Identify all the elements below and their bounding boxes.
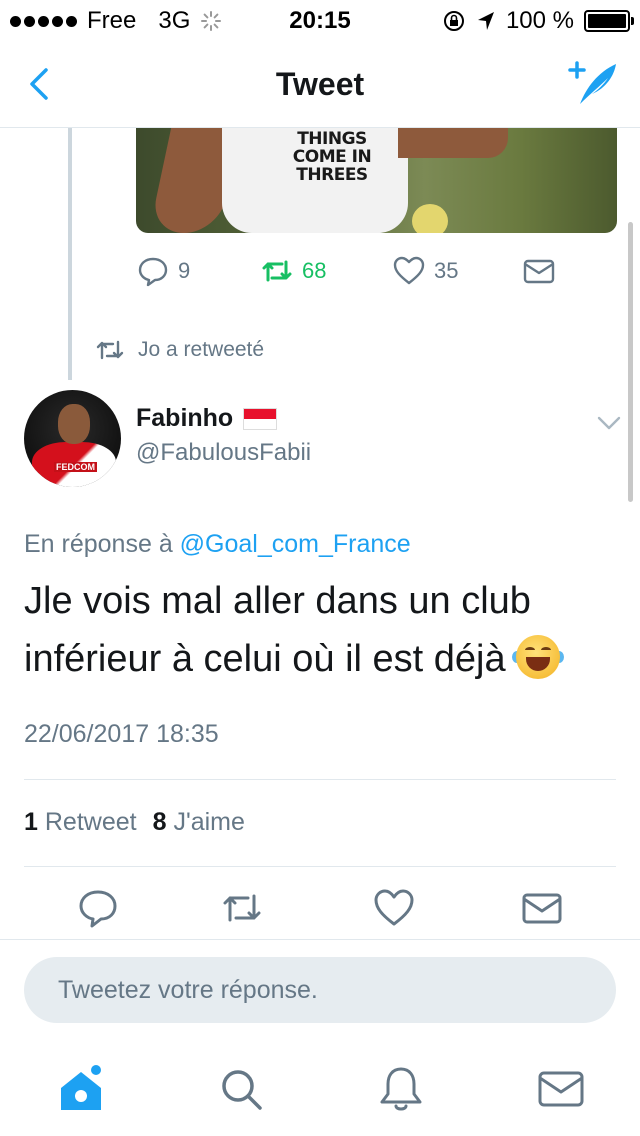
photo-ball xyxy=(412,204,448,233)
like-stat[interactable]: 8 J'aime xyxy=(153,808,245,837)
tweet-author[interactable]: Fabinho @FabulousFabii xyxy=(136,404,311,467)
avatar[interactable]: FEDCOM xyxy=(24,390,121,487)
notifications-bell-icon[interactable] xyxy=(376,1064,426,1114)
page-title: Tweet xyxy=(275,66,365,102)
author-name: Fabinho xyxy=(136,404,234,432)
photo-arm-right xyxy=(398,128,508,158)
retweet-action[interactable]: 68 xyxy=(260,254,326,288)
tab-bar xyxy=(0,1040,640,1136)
reply-box[interactable] xyxy=(24,957,616,1023)
retweet-icon xyxy=(262,260,292,282)
like-action[interactable]: 35 xyxy=(392,254,458,288)
tweet-stats: 1 Retweet 8 J'aime xyxy=(24,808,245,837)
author-handle: @FabulousFabii xyxy=(136,439,312,466)
prev-tweet-actions: 9 68 35 xyxy=(136,254,606,294)
dm-action[interactable] xyxy=(522,254,556,288)
reply-icon xyxy=(138,257,168,287)
messages-envelope-icon[interactable] xyxy=(536,1064,586,1114)
reply-input[interactable] xyxy=(24,957,616,1023)
retweet-small-icon xyxy=(96,340,124,360)
retweet-stat[interactable]: 1 Retweet xyxy=(24,808,137,837)
thread-line xyxy=(68,128,72,380)
envelope-icon[interactable] xyxy=(520,886,564,930)
shirt-text: THINGS COME IN THREES xyxy=(292,129,372,185)
envelope-icon xyxy=(523,259,555,284)
reply-count: 9 xyxy=(178,258,191,283)
tears-of-joy-emoji-icon xyxy=(512,635,565,679)
heart-icon xyxy=(393,256,425,285)
scrollbar[interactable] xyxy=(628,222,633,502)
rotation-lock-icon xyxy=(443,11,464,31)
reply-context: En réponse à @Goal_com_France xyxy=(24,530,411,559)
monaco-flag-icon xyxy=(243,407,278,430)
tweet-text: Jle vois mal aller dans un club inférieu… xyxy=(24,572,620,688)
avatar-face xyxy=(58,404,90,444)
heart-icon[interactable] xyxy=(372,886,416,930)
nav-bar: Tweet xyxy=(0,40,640,128)
like-stat-label: J'aime xyxy=(173,808,245,836)
retweet-count: 68 xyxy=(302,258,327,283)
reply-mention-link[interactable]: @Goal_com_France xyxy=(180,530,411,558)
status-right: 100 % xyxy=(442,7,634,35)
avatar-sponsor: FEDCOM xyxy=(54,462,97,472)
reply-action[interactable]: 9 xyxy=(136,254,190,288)
search-icon[interactable] xyxy=(216,1064,266,1114)
like-stat-count: 8 xyxy=(152,808,167,836)
divider xyxy=(0,939,640,940)
author-name-row: Fabinho xyxy=(136,404,311,433)
tweet-text-body: Jle vois mal aller dans un club inférieu… xyxy=(24,580,531,680)
retweet-icon[interactable] xyxy=(220,886,264,930)
retweet-stat-label: Retweet xyxy=(44,808,137,836)
retweeted-by-label: Jo a retweeté xyxy=(138,338,265,361)
location-arrow-icon xyxy=(477,12,494,30)
retweeted-by[interactable]: Jo a retweeté xyxy=(96,338,264,362)
retweet-stat-count: 1 xyxy=(24,808,38,836)
reply-icon[interactable] xyxy=(76,886,120,930)
reply-prefix: En réponse à xyxy=(24,530,173,558)
tweet-media-image[interactable]: THINGS COME IN THREES xyxy=(136,128,617,233)
divider xyxy=(24,779,616,780)
tweet-timestamp: 22/06/2017 18:35 xyxy=(24,720,219,748)
status-bar: Free 3G 20:15 100 % xyxy=(0,0,640,40)
battery-percent: 100 % xyxy=(505,7,574,34)
battery-icon xyxy=(584,10,634,32)
home-icon[interactable] xyxy=(56,1064,106,1114)
compose-tweet-icon[interactable] xyxy=(564,58,620,108)
divider xyxy=(24,866,616,867)
tweet-actions xyxy=(0,886,640,936)
chevron-down-icon[interactable] xyxy=(596,410,622,436)
like-count: 35 xyxy=(434,258,459,283)
